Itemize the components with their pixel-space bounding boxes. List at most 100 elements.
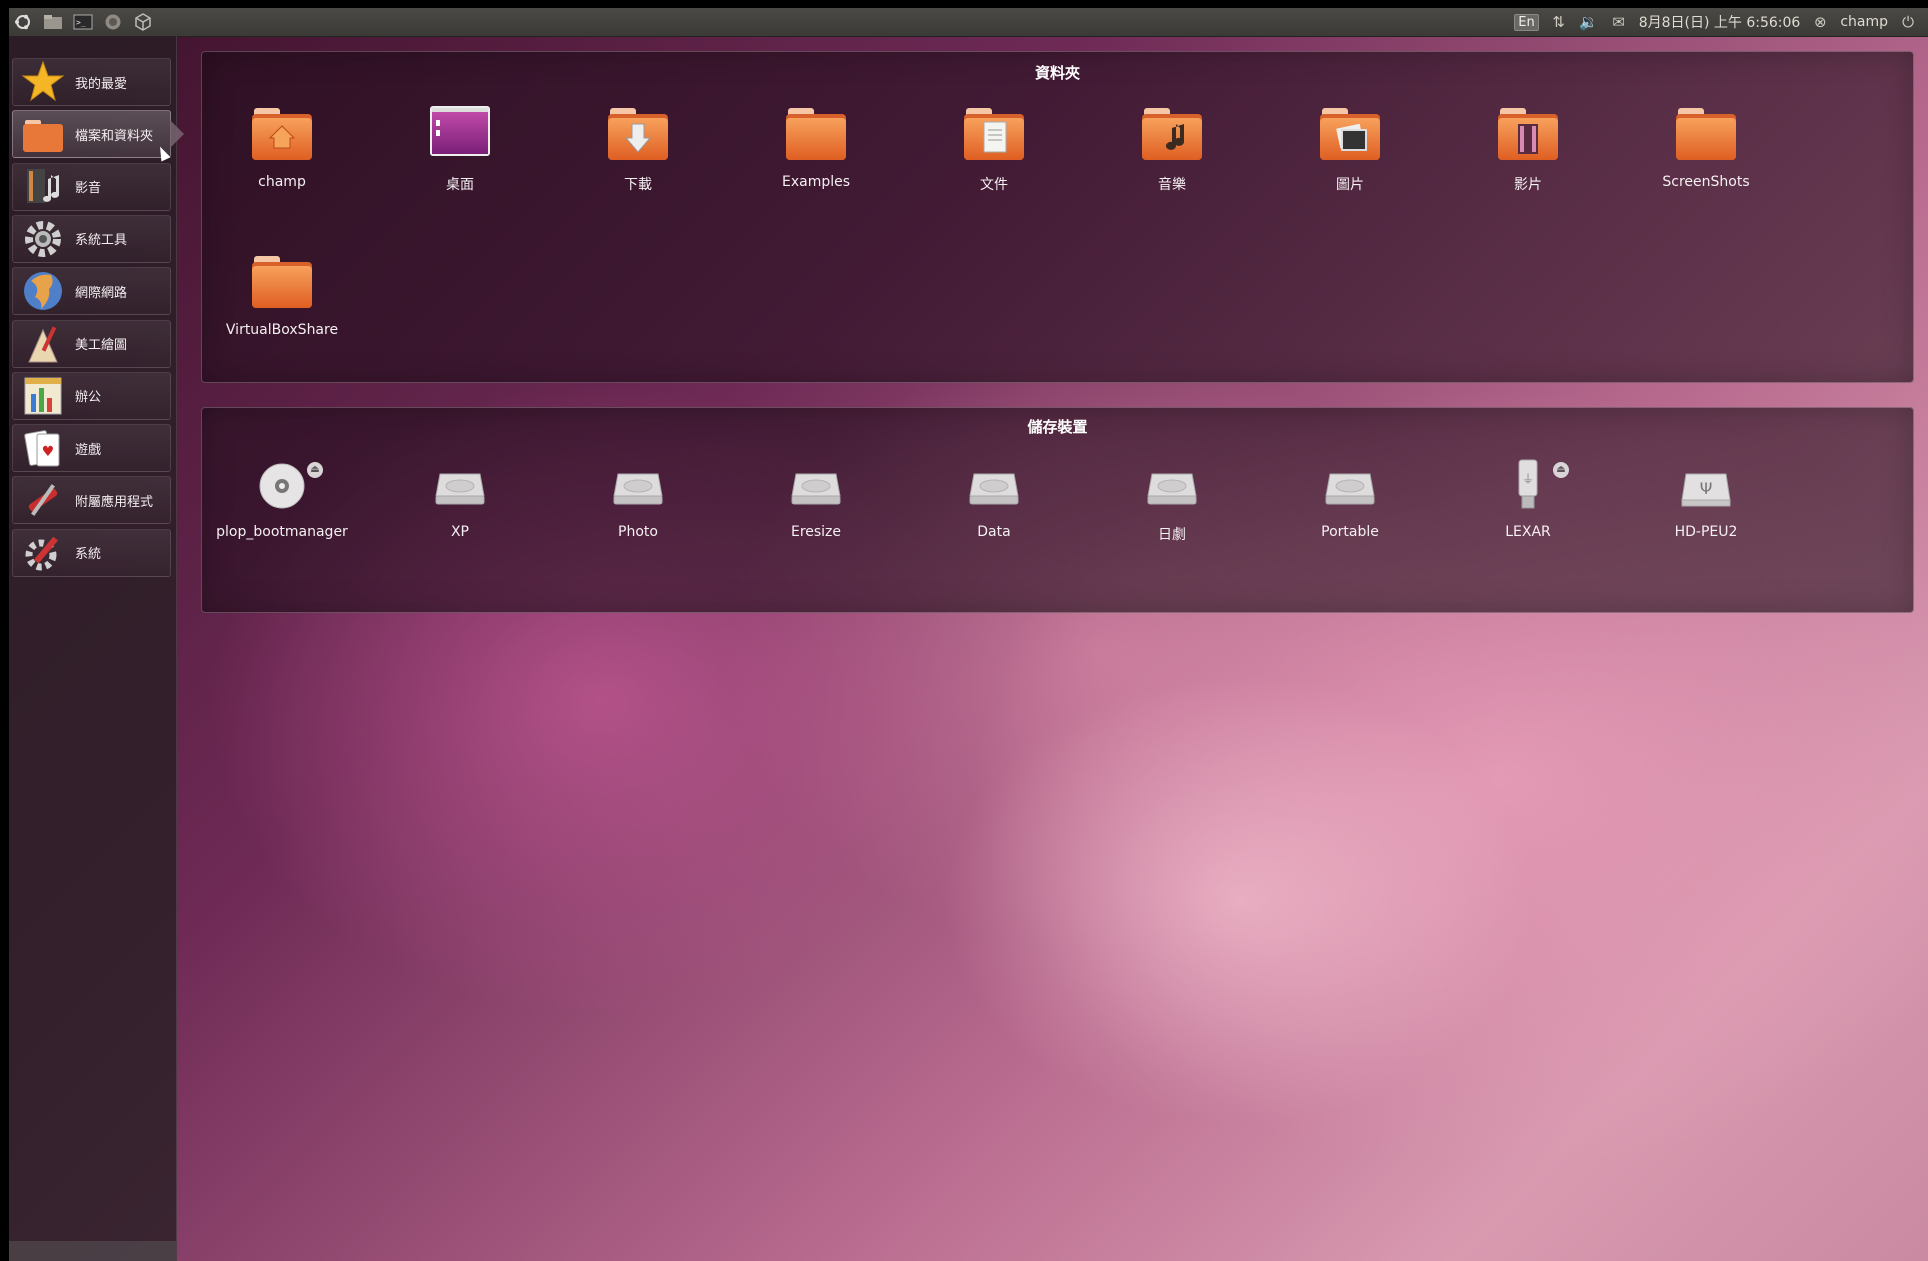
sidebar-item-label: 美工繪圖 <box>75 338 128 353</box>
folder-item[interactable]: ScreenShots <box>1617 88 1795 190</box>
folders-title: 資料夾 <box>1034 64 1080 82</box>
folder-label: 音樂 <box>1158 177 1186 193</box>
storage-label: HD-PEU2 <box>1674 524 1738 540</box>
storage-label: 日劇 <box>1158 527 1186 543</box>
user-status-icon[interactable]: ⊗ <box>1810 13 1830 31</box>
sidebar-item-label: 檔案和資料夾 <box>75 128 154 144</box>
storage-item[interactable]: 日劇 <box>1083 438 1261 544</box>
folder-item[interactable]: VirtualBoxShare <box>193 236 371 338</box>
folders-panel: 資料夾 champ 桌面 下載 Examples 文件 音樂 圖片 影片 Scr… <box>201 51 1914 383</box>
hard-drive-icon <box>727 438 905 510</box>
sidebar-item-9[interactable]: 系統 <box>12 528 171 577</box>
sidebar-item-label: 影音 <box>75 181 102 197</box>
desktop-folder-icon <box>371 88 549 164</box>
sidebar-item-3[interactable]: 系統工具 <box>12 214 171 263</box>
storage-label: XP <box>450 524 470 540</box>
sidebar-item-8[interactable]: 附屬應用程式 <box>12 476 171 525</box>
folder-label: ScreenShots <box>1662 174 1750 190</box>
sidebar-item-5[interactable]: 美工繪圖 <box>12 319 171 368</box>
storage-item[interactable]: XP <box>371 438 549 540</box>
folder-item[interactable]: 文件 <box>905 88 1083 194</box>
storage-item[interactable]: ⏚ LEXAR ⏏ <box>1439 438 1617 540</box>
network-icon[interactable]: ⇅ <box>1549 13 1569 31</box>
home-folder-icon <box>193 88 371 164</box>
keyboard-layout-indicator[interactable]: En <box>1514 13 1539 31</box>
storage-label: Data <box>977 524 1011 540</box>
sidebar-item-label: 系統工具 <box>75 233 128 249</box>
sidebar-item-label: 系統 <box>75 547 102 563</box>
sidebar-item-label: 辦公 <box>75 390 102 406</box>
sidebar-item-4[interactable]: 網際網路 <box>12 267 171 316</box>
folder-item[interactable]: 音樂 <box>1083 88 1261 194</box>
multimedia-icon <box>21 165 65 209</box>
storage-label: plop_bootmanager <box>216 524 348 540</box>
storage-item[interactable]: Eresize <box>727 438 905 540</box>
folder-item[interactable]: 圖片 <box>1261 88 1439 194</box>
mail-icon[interactable]: ✉ <box>1609 13 1629 31</box>
folder-icon <box>727 88 905 164</box>
firefox-icon[interactable] <box>103 13 123 31</box>
sidebar-item-2[interactable]: 影音 <box>12 162 171 211</box>
eject-icon[interactable]: ⏏ <box>307 462 323 478</box>
hard-drive-icon <box>1261 438 1439 510</box>
svg-text:>_: >_ <box>76 18 86 27</box>
gear-icon <box>21 217 65 261</box>
sidebar-item-1[interactable]: 檔案和資料夾 <box>12 110 184 159</box>
screen-left-border <box>0 0 9 1261</box>
active-indicator-arrow <box>170 120 184 149</box>
folder-item[interactable]: 桌面 <box>371 88 549 194</box>
eject-icon[interactable]: ⏏ <box>1553 462 1569 478</box>
hard-drive-icon <box>371 438 549 510</box>
folder-icon <box>193 236 371 312</box>
office-icon <box>21 374 65 418</box>
ubuntu-logo-icon[interactable] <box>13 13 33 31</box>
svg-text:⏚: ⏚ <box>1522 472 1534 486</box>
folder-label: Examples <box>781 174 851 190</box>
cd-icon <box>193 438 371 510</box>
documents-folder-icon <box>905 88 1083 164</box>
usb-drive-icon: ⏚ <box>1439 438 1617 510</box>
pictures-folder-icon <box>1261 88 1439 164</box>
power-icon[interactable]: ⏻ <box>1898 13 1918 31</box>
storage-item[interactable]: Data <box>905 438 1083 540</box>
volume-icon[interactable]: 🔉 <box>1579 13 1599 31</box>
accessories-icon <box>21 478 65 522</box>
sidebar-item-label: 附屬應用程式 <box>75 494 154 510</box>
storage-item[interactable]: plop_bootmanager ⏏ <box>193 438 371 540</box>
terminal-icon[interactable]: >_ <box>73 13 93 31</box>
storage-item[interactable]: Photo <box>549 438 727 540</box>
package-icon[interactable] <box>133 13 153 31</box>
folder-label: 下載 <box>624 177 652 193</box>
sidebar-item-0[interactable]: 我的最愛 <box>12 58 171 106</box>
sidebar-item-label: 遊戲 <box>75 442 102 458</box>
svg-text:Ψ: Ψ <box>1700 479 1713 498</box>
storage-item[interactable]: Portable <box>1261 438 1439 540</box>
storage-label: Photo <box>618 524 658 540</box>
folder-icon <box>21 112 65 156</box>
clock[interactable]: 8月8日(日) 上午 6:56:06 <box>1639 12 1801 32</box>
storage-title: 儲存裝置 <box>1027 418 1088 436</box>
folder-label: 文件 <box>980 177 1008 193</box>
system-icon <box>21 531 65 575</box>
downloads-folder-icon <box>549 88 727 164</box>
folder-label: champ <box>258 174 306 190</box>
sidebar-item-6[interactable]: 辦公 <box>12 371 171 420</box>
folder-item[interactable]: 影片 <box>1439 88 1617 194</box>
folder-label: VirtualBoxShare <box>225 322 339 338</box>
folder-icon <box>1617 88 1795 164</box>
sidebar-item-7[interactable]: ♥ 遊戲 <box>12 424 171 473</box>
music-folder-icon <box>1083 88 1261 164</box>
top-panel: >_ En ⇅ 🔉 ✉ 8月8日(日) 上午 6:56:06 ⊗ champ ⏻ <box>9 8 1928 37</box>
storage-label: Portable <box>1321 524 1379 540</box>
folder-item[interactable]: 下載 <box>549 88 727 194</box>
sidebar-item-label: 我的最愛 <box>75 76 128 92</box>
folder-item[interactable]: Examples <box>727 88 905 190</box>
svg-text:♥: ♥ <box>42 444 55 460</box>
folder-label: 影片 <box>1514 177 1542 193</box>
storage-item[interactable]: Ψ HD-PEU2 <box>1617 438 1795 540</box>
folder-item[interactable]: champ <box>193 88 371 190</box>
sidebar-item-label: 網際網路 <box>75 285 128 301</box>
files-icon[interactable] <box>43 13 63 31</box>
hard-drive-icon <box>905 438 1083 510</box>
user-name[interactable]: champ <box>1840 14 1888 30</box>
